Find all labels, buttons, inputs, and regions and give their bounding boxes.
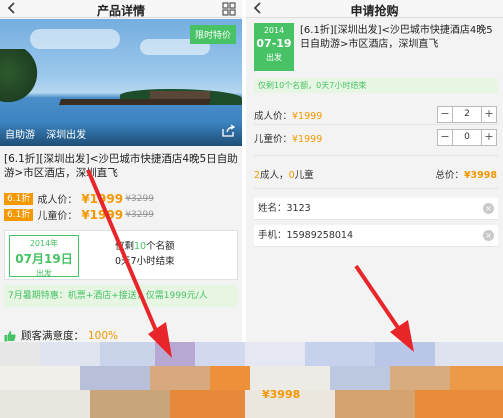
page-title: 申请抢购 [350,4,399,18]
clear-phone-icon[interactable]: × [483,230,494,241]
screenshot-stage: 产品详情 限时特价 自助游 深圳出发 [6.1折][深圳出发]<沙巴城市快捷酒店… [0,0,503,418]
pixelated-watermark [0,342,503,418]
child-quantity[interactable]: 0 [453,130,481,145]
satisfaction-value: 100% [88,329,119,342]
child-price-label: 儿童价： [37,211,78,222]
promo-banner: 7月暑期特惠：机票+酒店+接送，仅需1999元/人 [4,285,238,307]
row-divider [254,155,498,156]
grid-menu-icon[interactable] [222,2,236,16]
sale-badge: 限时特价 [189,25,236,44]
departure-label: 出发 [36,269,52,278]
adult-quantity-stepper[interactable]: − 2 + [437,106,497,123]
departure-year: 2014年 [29,239,59,248]
total-price: 总价：¥3998 [435,170,497,181]
adult-quantity[interactable]: 2 [453,107,481,122]
product-title: [6.1折][深圳出发]<沙巴城市快捷酒店4晚5日自助游>市区酒店，深圳直飞 [4,153,238,179]
remaining-time: 0天7小时结束 [115,256,175,267]
row-divider [254,124,498,125]
departure-day: 07-19 [256,37,292,50]
adult-price-row: 6.1折 成人价： ¥1999 ¥3299 [4,191,154,206]
top-bar: 申请抢购 [246,0,503,18]
child-price-label: 儿童价： [254,134,293,145]
thumbs-up-icon [4,330,16,341]
adult-plus-button[interactable]: + [481,107,496,122]
adult-price-row: 成人价：¥1999 [254,108,322,122]
name-label: 姓名： [258,203,287,214]
product-title: [6.1折][深圳出发]<沙巴城市快捷酒店4晚5日自助游>市区酒店，深圳直飞 [300,25,493,50]
phone-label: 手机： [258,230,287,241]
remaining-slots: 仅剩10个名额 [115,241,175,252]
child-old-price: ¥3299 [125,209,154,220]
departure-day: 07月19日 [15,252,73,266]
top-bar: 产品详情 [0,0,242,18]
adult-price: ¥1999 [292,111,323,122]
child-price: ¥1999 [292,134,323,145]
tag-self-guided: 自助游 [5,130,35,141]
name-field[interactable]: 姓名：3123 × [254,198,498,220]
hero-tags: 自助游 深圳出发 [5,126,94,141]
clear-name-icon[interactable]: × [483,203,494,214]
child-quantity-stepper[interactable]: − 0 + [437,129,497,146]
adult-minus-button[interactable]: − [438,107,453,122]
row-divider [254,188,498,189]
child-price-row: 6.1折 儿童价： ¥1999 ¥3299 [4,207,154,222]
satisfaction-row: 顾客满意度： 100% [4,328,238,343]
departure-date[interactable]: 2014年 07月19日 出发 [9,235,79,278]
phone-value[interactable]: 15989258014 [287,230,354,241]
adult-old-price: ¥3299 [125,193,154,204]
adult-price: ¥1999 [81,191,124,206]
tag-departure: 深圳出发 [46,130,87,141]
adult-price-label: 成人价： [37,195,78,206]
child-plus-button[interactable]: + [481,130,496,145]
name-value[interactable]: 3123 [287,203,311,214]
departure-date: 2014 07-19 出发 [254,23,294,71]
remaining-info: 仅剩10个名额，0天7小时结束 [254,78,498,93]
child-price-row: 儿童价：¥1999 [254,131,322,145]
departure-label: 出发 [266,53,282,62]
share-icon[interactable] [222,124,235,137]
child-minus-button[interactable]: − [438,130,453,145]
remaining-info: 仅剩10个名额 0天7小时结束 [115,239,175,269]
page-title: 产品详情 [96,4,145,18]
discount-tag: 6.1折 [4,208,34,221]
phone-field[interactable]: 手机：15989258014 × [254,225,498,247]
departure-block: 2014年 07月19日 出发 仅剩10个名额 0天7小时结束 [4,230,238,280]
discount-tag: 6.1折 [4,192,34,205]
child-price: ¥1999 [81,207,124,222]
departure-year: 2014 [263,26,285,35]
bottom-total-price: ¥3998 [262,388,301,401]
satisfaction-label: 顾客满意度： [21,330,84,342]
adult-price-label: 成人价： [254,111,293,122]
